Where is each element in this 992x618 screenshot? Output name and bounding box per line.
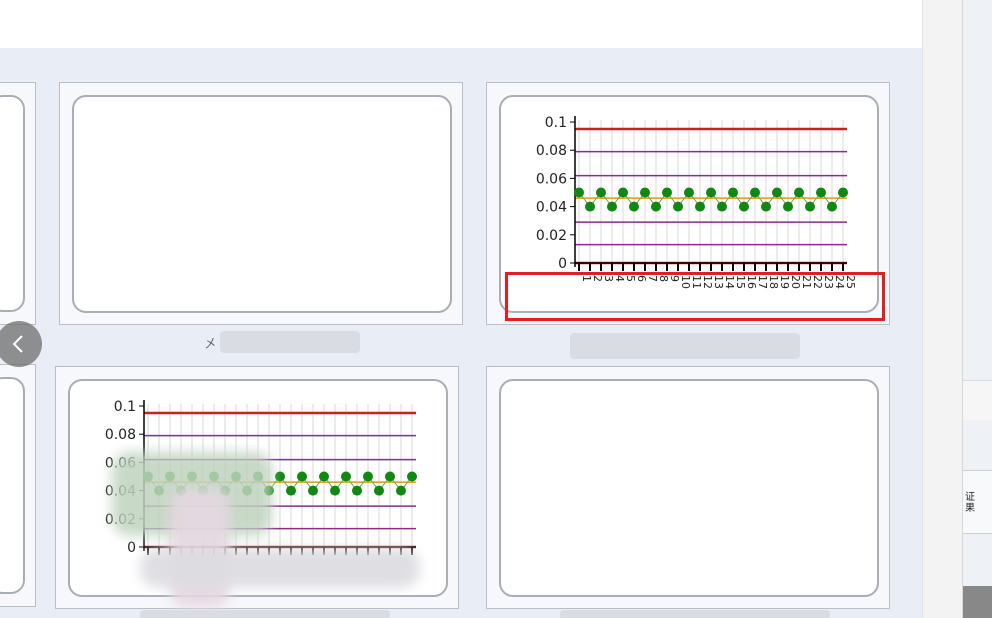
table-header-text: 证 果	[965, 492, 975, 514]
data-point	[165, 471, 175, 482]
gallery-card-c[interactable]: 0.1 0.08 0.06 0.04 0.02 0	[55, 366, 459, 609]
data-point	[739, 201, 749, 212]
thumbnail	[72, 95, 452, 313]
caption-fragment: 㐅	[204, 337, 218, 352]
data-point	[396, 485, 406, 496]
caption-a: 㐅	[200, 325, 370, 357]
data-point	[374, 485, 384, 496]
data-point	[827, 201, 837, 212]
data-point	[640, 187, 650, 198]
data-point	[574, 187, 584, 198]
blurred-caption	[140, 610, 390, 618]
y-tick-label: 0.04	[105, 484, 136, 500]
x-tick-label: 25	[844, 275, 857, 289]
panel-footer	[963, 586, 992, 618]
data-point	[838, 187, 848, 198]
data-point	[319, 471, 329, 482]
data-point	[695, 201, 705, 212]
data-point	[275, 471, 285, 482]
data-point	[253, 471, 263, 482]
y-tick-label: 0.04	[536, 200, 567, 216]
blurred-caption	[220, 331, 360, 353]
y-tick-label: 0.02	[536, 228, 567, 244]
y-tick-label: 0	[558, 256, 567, 272]
data-point	[684, 187, 694, 198]
y-tick-label: 0	[127, 540, 136, 556]
gallery-card-partial-bottom[interactable]	[0, 364, 36, 607]
thumbnail: 0.1 0.08 0.06 0.04 0.02 0 1 2 3 4 5 6 7 8 9 10 11 12 13 14 1…	[499, 95, 879, 313]
data-point	[341, 471, 351, 482]
data-point	[352, 485, 362, 496]
data-point	[816, 187, 826, 198]
data-point	[585, 201, 595, 212]
data-point	[198, 485, 208, 496]
caption-b	[570, 325, 810, 359]
data-point	[231, 471, 241, 482]
data-point	[143, 471, 153, 482]
thumbnail	[499, 379, 879, 597]
data-point	[673, 201, 683, 212]
control-chart: 0.1 0.08 0.06 0.04 0.02 0	[105, 399, 417, 556]
data-point	[308, 485, 318, 496]
data-point	[783, 201, 793, 212]
y-tick-label: 0.1	[114, 399, 136, 415]
data-point	[772, 187, 782, 198]
thumbnail	[0, 377, 25, 594]
data-point	[761, 201, 771, 212]
data-point	[154, 485, 164, 496]
data-point	[728, 187, 738, 198]
data-point	[242, 485, 252, 496]
data-point	[187, 471, 197, 482]
data-point	[220, 485, 230, 496]
y-tick-label: 0.06	[105, 455, 136, 471]
thumbnail	[0, 95, 25, 312]
right-panel: 证 果	[962, 0, 992, 618]
data-point	[706, 187, 716, 198]
y-tick-label: 0.06	[536, 171, 567, 187]
y-tick-label: 0.08	[536, 143, 567, 159]
data-point	[363, 471, 373, 482]
gallery-card-d[interactable]	[486, 366, 890, 609]
data-point	[407, 471, 417, 482]
data-point	[297, 471, 307, 482]
data-point	[618, 187, 628, 198]
scrollbar[interactable]	[922, 0, 962, 618]
data-point	[717, 201, 727, 212]
data-point	[286, 485, 296, 496]
data-point	[264, 485, 274, 496]
control-chart: 0.10.080.060.040.02012345678910111213141…	[536, 115, 857, 289]
gallery-card-partial-top[interactable]	[0, 82, 36, 325]
blurred-caption	[570, 333, 800, 359]
data-point	[176, 485, 186, 496]
chart-gallery: 㐅 0.1 0.08 0.06 0.04 0.02 0 1 2 3 4 5 6 7 8 9 10 11 12 13 1…	[0, 48, 922, 618]
blurred-caption	[560, 610, 830, 618]
data-point	[651, 201, 661, 212]
thumbnail: 0.1 0.08 0.06 0.04 0.02 0	[68, 379, 448, 597]
data-point	[805, 201, 815, 212]
y-tick-label: 0.02	[105, 512, 136, 528]
data-point	[596, 187, 606, 198]
data-point	[794, 187, 804, 198]
data-point	[330, 485, 340, 496]
gallery-card-a[interactable]	[59, 82, 463, 325]
y-tick-label: 0.1	[545, 115, 567, 131]
gallery-card-b[interactable]: 0.1 0.08 0.06 0.04 0.02 0 1 2 3 4 5 6 7 8 9 10 11 12 13 14 1…	[486, 82, 890, 325]
data-point	[209, 471, 219, 482]
y-tick-label: 0.08	[105, 427, 136, 443]
data-point	[662, 187, 672, 198]
data-point	[629, 201, 639, 212]
top-bar	[0, 0, 922, 48]
panel-row	[963, 380, 992, 420]
data-point	[607, 201, 617, 212]
data-point	[750, 187, 760, 198]
data-point	[385, 471, 395, 482]
chevron-left-icon	[12, 335, 23, 353]
